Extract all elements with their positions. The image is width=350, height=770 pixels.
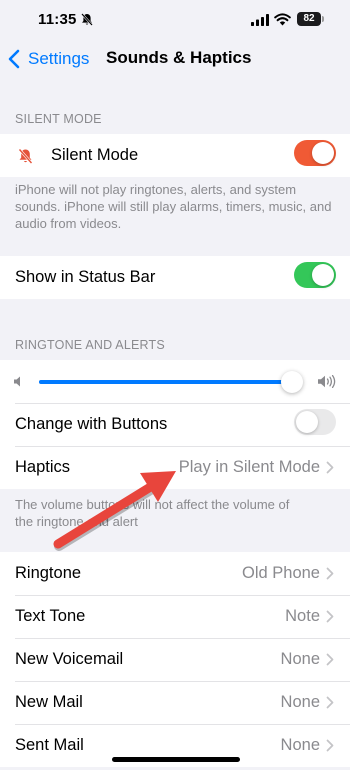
change-with-buttons-toggle[interactable] (294, 409, 336, 435)
silent-mode-row[interactable]: Silent Mode (0, 134, 350, 177)
ringtone-alerts-footer: The volume buttons will not affect the v… (15, 496, 340, 530)
toggle-knob (312, 142, 334, 164)
page-title: Sounds & Haptics (106, 48, 252, 67)
list-item-label: New Voicemail (15, 650, 124, 668)
toggle-knob (296, 411, 318, 433)
list-item-value: Note (285, 607, 320, 625)
status-time: 11:35 (38, 11, 77, 28)
chevron-right-icon (326, 610, 334, 623)
wifi-icon (274, 13, 291, 26)
list-item-value: None (280, 650, 320, 668)
haptics-row[interactable]: Haptics Play in Silent Mode (0, 446, 350, 489)
back-label: Settings (28, 49, 90, 68)
list-item-text-tone[interactable]: Text Tone Note (0, 595, 350, 638)
back-button[interactable]: Settings (8, 46, 89, 72)
volume-row (0, 360, 350, 403)
section-header-silent-mode: SILENT MODE (15, 112, 102, 126)
list-item-value: None (280, 693, 320, 711)
bell-slash-icon (81, 13, 93, 26)
silent-mode-group: Silent Mode (0, 134, 350, 177)
list-item-label: Sent Mail (15, 736, 84, 754)
sounds-group: Ringtone Old Phone Text Tone Note New Vo… (0, 552, 350, 767)
ringtone-alerts-group: Change with Buttons Haptics Play in Sile… (0, 360, 350, 489)
chevron-right-icon (326, 567, 334, 580)
chevron-right-icon (326, 696, 334, 709)
change-with-buttons-row[interactable]: Change with Buttons (0, 403, 350, 446)
battery-level: 82 (303, 13, 315, 24)
list-item-label: Text Tone (15, 607, 86, 625)
chevron-right-icon (326, 739, 334, 752)
section-header-ringtone-alerts: RINGTONE AND ALERTS (15, 338, 165, 352)
list-item-value: None (280, 736, 320, 754)
silent-mode-label: Silent Mode (51, 146, 139, 164)
speaker-low-icon (14, 376, 20, 387)
volume-slider-thumb[interactable] (281, 371, 304, 393)
list-item-label: New Mail (15, 693, 83, 711)
chevron-right-icon (326, 461, 334, 474)
show-in-status-bar-toggle[interactable] (294, 262, 336, 288)
list-item-new-mail[interactable]: New Mail None (0, 681, 350, 724)
cellular-signal-icon (251, 14, 269, 26)
change-with-buttons-label: Change with Buttons (15, 415, 168, 433)
list-item-ringtone[interactable]: Ringtone Old Phone (0, 552, 350, 595)
toggle-knob (312, 264, 334, 286)
chevron-right-icon (326, 653, 334, 666)
list-item-new-voicemail[interactable]: New Voicemail None (0, 638, 350, 681)
volume-slider-fill (39, 380, 293, 384)
speaker-high-icon (318, 375, 336, 388)
status-bar-group: Show in Status Bar (0, 256, 350, 299)
chevron-left-icon (8, 49, 20, 69)
show-in-status-bar-label: Show in Status Bar (15, 268, 156, 286)
home-indicator[interactable] (112, 757, 240, 762)
footer-line: The volume buttons will not affect the v… (15, 497, 290, 512)
haptics-value: Play in Silent Mode (178, 458, 320, 476)
silent-mode-footer: iPhone will not play ringtones, alerts, … (15, 182, 332, 231)
show-in-status-bar-row[interactable]: Show in Status Bar (0, 256, 350, 299)
volume-slider[interactable] (39, 380, 295, 384)
footer-line: the ringtone and alert (15, 514, 138, 529)
list-item-value: Old Phone (242, 564, 320, 582)
silent-mode-toggle[interactable] (294, 140, 336, 166)
bell-slash-icon (18, 148, 33, 164)
haptics-label: Haptics (15, 458, 71, 476)
list-item-label: Ringtone (15, 564, 82, 582)
battery-icon: 82 (297, 12, 321, 26)
battery-cap (322, 16, 324, 22)
status-bar: 11:35 82 (0, 0, 350, 40)
